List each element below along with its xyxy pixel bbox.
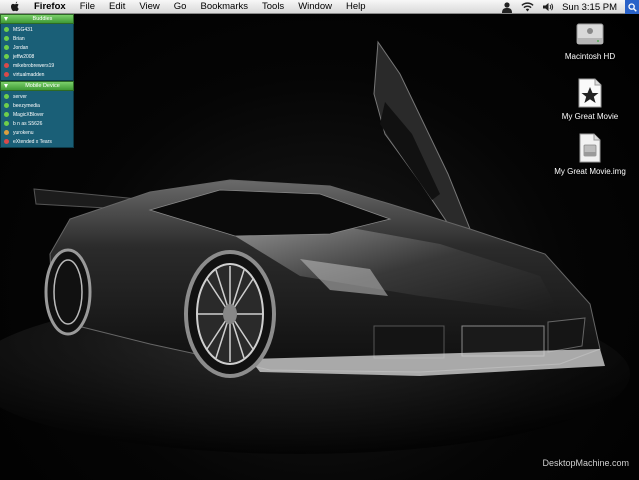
hard-drive-icon xyxy=(576,23,604,45)
menu-edit[interactable]: Edit xyxy=(109,1,125,12)
buddy-name: MagicXBlover xyxy=(13,111,44,118)
buddy-item[interactable]: MSG431 xyxy=(1,25,73,34)
disclosure-triangle-icon[interactable] xyxy=(4,17,8,21)
buddy-item[interactable]: b n as S5626 xyxy=(1,119,73,128)
desktop[interactable]: DesktopMachine.com xyxy=(0,14,639,480)
menu-help[interactable]: Help xyxy=(346,1,366,12)
buddy-item[interactable]: Brian xyxy=(1,34,73,43)
menu-clock[interactable]: Sun 3:15 PM xyxy=(562,2,617,13)
buddy-status-icon xyxy=(4,112,9,117)
buddy-group-header[interactable]: Buddies xyxy=(0,14,74,24)
buddy-item[interactable]: jeffw2008 xyxy=(1,52,73,61)
buddy-name: mikebrobrewers19 xyxy=(13,62,55,69)
disclosure-triangle-icon[interactable] xyxy=(4,84,8,88)
menu-go[interactable]: Go xyxy=(174,1,187,12)
desktop-icon-label: My Great Movie.img xyxy=(554,167,626,176)
buddy-group-list: MSG431 Brian Jordan jeffw2008 mikebrobre… xyxy=(0,24,74,81)
desktop-icon-label: Macintosh HD xyxy=(564,52,616,61)
buddy-item[interactable]: beezymedia xyxy=(1,101,73,110)
buddy-group-header[interactable]: Mobile Device xyxy=(0,81,74,91)
wifi-icon[interactable] xyxy=(521,2,534,12)
desktop-icon-my-great-movie[interactable]: My Great Movie xyxy=(545,78,635,121)
buddy-name: server xyxy=(13,93,27,100)
buddy-group-title: Mobile Device xyxy=(25,83,60,89)
movie-icon xyxy=(578,78,602,108)
menu-bar: Firefox File Edit View Go Bookmarks Tool… xyxy=(0,0,639,14)
buddy-status-icon xyxy=(4,54,9,59)
buddy-name: yurokenu xyxy=(13,129,34,136)
buddy-status-icon xyxy=(4,103,9,108)
buddy-item[interactable]: virtualmadden xyxy=(1,70,73,79)
spotlight-icon[interactable] xyxy=(625,0,639,14)
buddy-status-icon xyxy=(4,130,9,135)
buddy-name: virtualmadden xyxy=(13,71,45,78)
buddy-status-icon xyxy=(4,45,9,50)
buddy-status-icon xyxy=(4,36,9,41)
apple-menu-icon[interactable] xyxy=(8,0,22,14)
buddy-name: beezymedia xyxy=(13,102,40,109)
buddy-list-panel: Buddies MSG431 Brian Jordan jeffw2008 mi… xyxy=(0,14,74,148)
buddy-status-icon xyxy=(4,63,9,68)
buddy-item[interactable]: mikebrobrewers19 xyxy=(1,61,73,70)
menu-view[interactable]: View xyxy=(139,1,159,12)
buddy-name: jeffw2008 xyxy=(13,53,35,60)
desktop-icon-label: My Great Movie xyxy=(561,112,619,121)
desktop-icon-my-great-movie-img[interactable]: My Great Movie.img xyxy=(545,133,635,176)
menu-tools[interactable]: Tools xyxy=(262,1,284,12)
buddy-item[interactable]: server xyxy=(1,92,73,101)
buddy-name: MSG431 xyxy=(13,26,33,33)
menu-window[interactable]: Window xyxy=(298,1,332,12)
buddy-item[interactable]: yurokenu xyxy=(1,128,73,137)
buddy-item[interactable]: eXtended x Tears xyxy=(1,137,73,146)
buddy-status-icon xyxy=(4,27,9,32)
volume-icon[interactable] xyxy=(542,2,554,12)
buddy-status-icon xyxy=(4,94,9,99)
buddy-item[interactable]: MagicXBlover xyxy=(1,110,73,119)
desktop-icon-macintosh-hd[interactable]: Macintosh HD xyxy=(545,20,635,61)
menu-app-name[interactable]: Firefox xyxy=(34,1,66,12)
buddy-name: Brian xyxy=(13,35,25,42)
wallpaper-image xyxy=(0,40,630,454)
buddy-name: Jordan xyxy=(13,44,29,51)
buddy-status-icon xyxy=(4,72,9,77)
buddy-status-icon xyxy=(4,121,9,126)
ichat-status-icon[interactable] xyxy=(501,1,513,13)
buddy-name: b n as S5626 xyxy=(13,120,43,127)
buddy-item[interactable]: Jordan xyxy=(1,43,73,52)
menu-bookmarks[interactable]: Bookmarks xyxy=(200,1,248,12)
buddy-status-icon xyxy=(4,139,9,144)
disk-image-icon xyxy=(579,133,601,163)
buddy-group-title: Buddies xyxy=(32,16,53,22)
buddy-group-list: server beezymedia MagicXBlover b n as S5… xyxy=(0,91,74,148)
buddy-name: eXtended x Tears xyxy=(13,138,52,145)
wallpaper-watermark: DesktopMachine.com xyxy=(542,458,629,468)
menu-file[interactable]: File xyxy=(80,1,95,12)
